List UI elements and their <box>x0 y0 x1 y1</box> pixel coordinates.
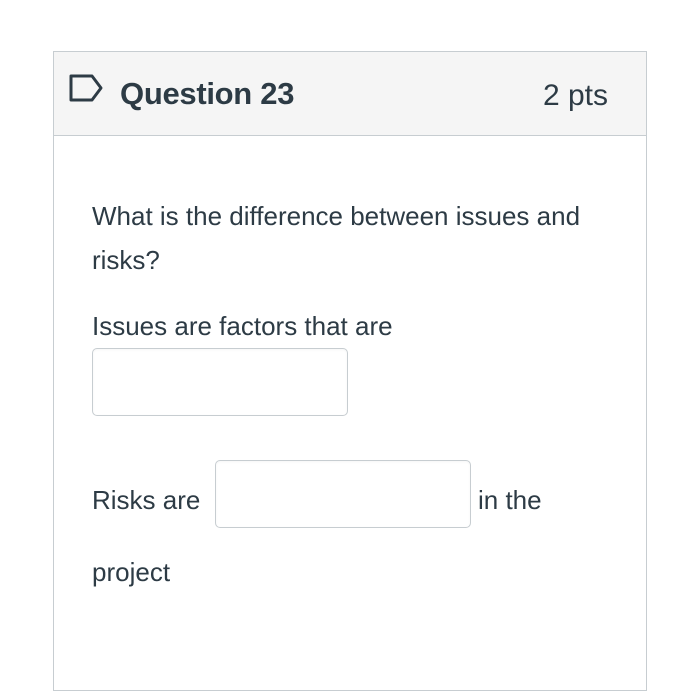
question-prompt: What is the difference between issues an… <box>92 201 581 275</box>
issues-answer-input[interactable] <box>92 348 348 416</box>
risks-sentence-prefix: Risks are <box>92 485 201 515</box>
question-points: 2 pts <box>542 79 608 112</box>
bookmark-flag-icon[interactable] <box>68 72 104 104</box>
issues-sentence-prefix: Issues are factors that are <box>92 311 393 341</box>
risks-sentence-suffix: in the <box>478 485 542 515</box>
risks-answer-input[interactable] <box>215 460 471 528</box>
question-title: Question 23 <box>120 76 295 111</box>
risks-sentence-tail: project <box>92 557 171 587</box>
question-card: Question 23 2 pts What is the difference… <box>53 51 647 691</box>
question-header: Question 23 2 pts <box>54 52 646 136</box>
